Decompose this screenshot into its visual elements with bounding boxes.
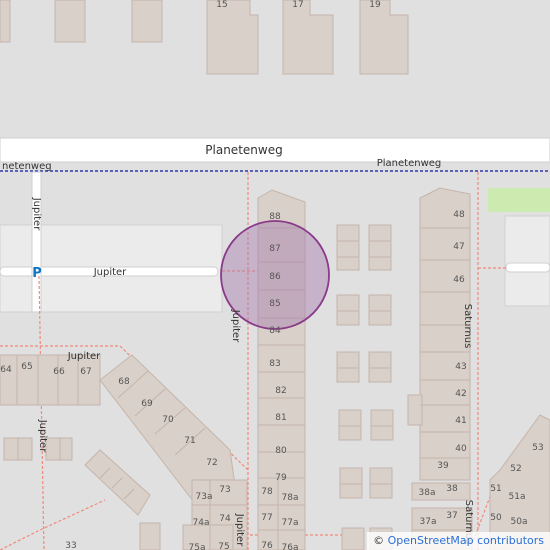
house-number: 88 (269, 212, 281, 222)
house-number: 41 (455, 416, 466, 426)
house-number: 42 (455, 389, 466, 399)
house-number: 79 (275, 473, 287, 483)
house-number: 33 (65, 541, 76, 550)
house-number: 78a (282, 493, 299, 503)
house-number: 78 (261, 487, 273, 497)
house-number: 77a (282, 518, 299, 528)
house-number: 73a (196, 492, 213, 502)
house-number: 76a (282, 543, 299, 550)
house-number: 66 (53, 367, 65, 377)
street-label-planetenweg-left: netenweg (2, 161, 52, 172)
building (54, 0, 86, 43)
house-number: 38a (419, 488, 436, 498)
house-number: 73 (219, 485, 230, 495)
street-label-jupiter-vertical: Jupiter (31, 197, 42, 231)
grass-area (488, 188, 550, 212)
house-number: 52 (510, 464, 521, 474)
house-number: 67 (80, 367, 91, 377)
house-number: 71 (184, 436, 195, 446)
building (206, 0, 259, 75)
house-number: 53 (532, 443, 543, 453)
house-number: 51a (509, 492, 526, 502)
house-number: 17 (292, 0, 303, 10)
house-number: 75 (218, 542, 229, 550)
road-stub-right[interactable] (505, 262, 550, 273)
house-number: 37a (420, 517, 437, 527)
house-number: 86 (269, 272, 281, 282)
house-number: 75a (189, 543, 206, 550)
house-number: 37 (446, 511, 457, 521)
house-number: 81 (275, 413, 286, 423)
street-label-saturnus: Saturnus (462, 304, 473, 349)
house-number: 40 (455, 444, 467, 454)
house-number: 68 (118, 377, 130, 387)
house-number: 83 (269, 359, 280, 369)
house-number: 74a (193, 518, 210, 528)
building (0, 0, 11, 43)
attribution-link[interactable]: OpenStreetMap contributors (388, 534, 544, 547)
house-number: 72 (206, 458, 217, 468)
house-number: 43 (455, 362, 466, 372)
street-label-planetenweg: Planetenweg (205, 143, 282, 157)
house-number: 76 (261, 541, 273, 550)
building (131, 0, 163, 43)
house-number: 82 (275, 386, 286, 396)
house-number: 48 (453, 210, 465, 220)
street-label-jupiter-bottom-mid: Jupiter (234, 513, 245, 547)
map-canvas[interactable]: P Planetenweg Planetenweg netenweg Jupit… (0, 0, 550, 550)
house-number: 47 (453, 242, 464, 252)
house-number: 70 (162, 415, 174, 425)
house-number: 38 (446, 484, 458, 494)
house-number: 65 (21, 362, 32, 372)
house-number: 50 (490, 513, 502, 523)
street-label-jupiter-bottom-left: Jupiter (37, 419, 48, 453)
house-number: 74 (219, 514, 231, 524)
house-number: 85 (269, 299, 280, 309)
house-number: 46 (453, 275, 465, 285)
house-number: 87 (269, 244, 280, 254)
house-number: 64 (0, 365, 12, 375)
house-number: 15 (216, 0, 227, 10)
house-number: 50a (511, 517, 528, 527)
street-label-jupiter: Jupiter (93, 267, 127, 278)
copyright-symbol: © (373, 534, 385, 547)
house-number: 39 (437, 461, 449, 471)
street-label-planetenweg-secondary: Planetenweg (377, 158, 442, 169)
house-number: 51 (490, 484, 501, 494)
parking-icon: P (32, 266, 42, 281)
street-label-jupiter-mid: Jupiter (230, 309, 241, 343)
house-number: 19 (369, 0, 381, 10)
map-attribution[interactable]: © OpenStreetMap contributors (367, 532, 550, 550)
building-block-right (504, 215, 550, 307)
house-number: 80 (275, 446, 287, 456)
house-number: 84 (269, 326, 281, 336)
street-label-jupiter-lower: Jupiter (67, 351, 101, 362)
house-number: 77 (261, 513, 272, 523)
house-number: 69 (141, 399, 153, 409)
